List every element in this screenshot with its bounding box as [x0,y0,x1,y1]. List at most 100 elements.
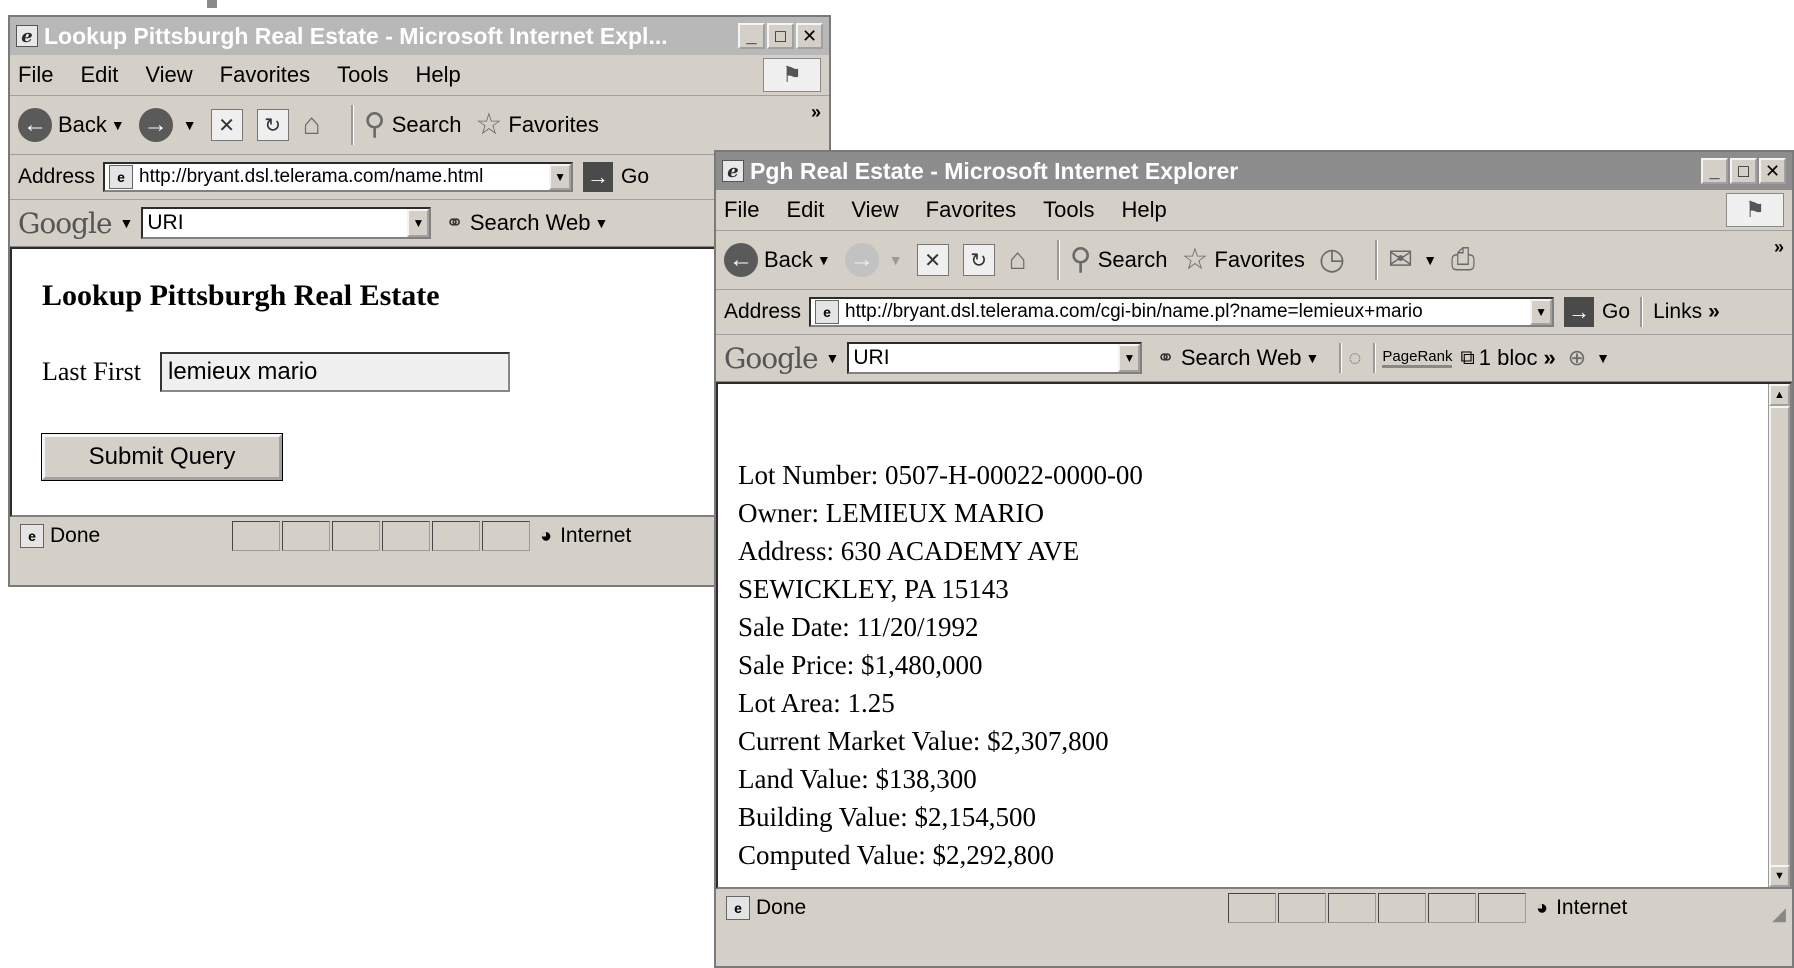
favorites-button[interactable]: ☆ Favorites [1181,245,1304,275]
print-button[interactable]: ⎙ [1451,245,1481,275]
scroll-down-button[interactable]: ▼ [1769,865,1790,887]
google-search-input[interactable]: URI ▼ [847,342,1143,374]
history-icon: ◷ [1318,243,1346,276]
stop-button[interactable]: ✕ [916,244,949,276]
menu-edit[interactable]: Edit [80,62,118,88]
toolbar-overflow-icon[interactable]: » [811,102,821,123]
go-arrow-icon: → [1564,297,1595,327]
chevron-down-icon[interactable]: ▼ [1596,350,1610,366]
minimize-button[interactable]: _ [738,23,765,49]
refresh-button[interactable]: ↻ [962,244,995,276]
toolbar-separator [1056,240,1060,280]
status-bar: e Done ◕ Internet [10,517,829,555]
google-logo[interactable]: Google [18,207,113,240]
forward-button[interactable]: → ▼ [844,243,903,277]
translate-icon[interactable]: ⊕ [1568,347,1586,369]
browser-window-results[interactable]: e Pgh Real Estate - Microsoft Internet E… [714,150,1794,968]
back-label: Back [764,247,813,272]
menu-view[interactable]: View [851,197,898,223]
maximize-button[interactable]: □ [1730,158,1757,184]
chevron-down-icon[interactable]: ▼ [120,215,134,231]
submit-query-button[interactable]: Submit Query [41,433,283,481]
google-toolbar: Google ▼ URI ▼ ⚭ Search Web ▼ [10,200,829,247]
search-web-button[interactable]: ⚭ Search Web ▼ [445,210,608,236]
address-url: http://bryant.dsl.telerama.com/name.html [139,166,484,187]
home-button[interactable]: ⌂ [303,110,327,140]
scroll-thumb[interactable] [1769,406,1790,867]
chevron-down-icon[interactable]: ▼ [1530,299,1553,325]
maximize-button[interactable]: □ [767,23,794,49]
chevron-down-icon[interactable]: ▼ [889,252,903,268]
back-button[interactable]: ← Back ▼ [18,108,125,142]
status-cell [1428,893,1476,923]
chevron-down-icon[interactable]: ▼ [594,215,608,231]
vertical-scrollbar[interactable]: ▲ ▼ [1768,384,1790,887]
lot-area: Lot Area: 1.25 [738,688,895,718]
binoculars-icon: ⚭ [1156,345,1175,370]
address-input[interactable]: e http://bryant.dsl.telerama.com/name.ht… [103,162,574,192]
ie-page-icon: e [726,896,750,920]
menu-file[interactable]: File [18,62,53,88]
title-bar[interactable]: e Pgh Real Estate - Microsoft Internet E… [716,152,1792,190]
minimize-button[interactable]: _ [1701,158,1728,184]
favorites-button[interactable]: ☆ Favorites [475,110,598,140]
title-bar[interactable]: e Lookup Pittsburgh Real Estate - Micros… [10,17,829,55]
chevron-down-icon[interactable]: ▼ [1118,344,1141,372]
favorites-label: Favorites [1214,247,1305,272]
search-web-button[interactable]: ⚭ Search Web ▼ [1156,345,1319,371]
history-button[interactable]: ◷ [1319,245,1351,275]
refresh-button[interactable]: ↻ [256,109,289,141]
popup-blocked-count[interactable]: 1 bloc [1479,345,1538,371]
resize-grip-icon[interactable]: ◢ [1772,904,1786,925]
menu-help[interactable]: Help [1122,197,1167,223]
chevron-down-icon[interactable]: ▼ [111,117,125,133]
search-button[interactable]: ⚲ Search [1070,245,1168,275]
search-button[interactable]: ⚲ Search [364,110,462,140]
menu-favorites[interactable]: Favorites [926,197,1016,223]
status-cell [1278,893,1326,923]
page-content: Lot Number: 0507-H-00022-0000-00 Owner: … [716,382,1792,889]
chevron-down-icon[interactable]: ▼ [817,252,831,268]
forward-button[interactable]: → ▼ [138,108,197,142]
menu-file[interactable]: File [724,197,759,223]
google-query: URI [853,346,890,369]
menu-view[interactable]: View [145,62,192,88]
links-button[interactable]: Links [1653,300,1702,324]
stop-button[interactable]: ✕ [210,109,243,141]
land-value: Land Value: $138,300 [738,764,977,794]
toolbar-overflow-icon[interactable]: » [1543,345,1555,371]
mail-button[interactable]: ✉ ▼ [1388,245,1437,275]
chevron-down-icon[interactable]: ▼ [1423,252,1437,268]
chevron-down-icon[interactable]: ▼ [826,350,840,366]
menu-edit[interactable]: Edit [786,197,824,223]
close-button[interactable]: ✕ [796,23,823,49]
toolbar-separator [1375,240,1379,280]
address-input[interactable]: e http://bryant.dsl.telerama.com/cgi-bin… [809,297,1555,327]
links-overflow-icon[interactable]: » [1708,300,1720,324]
home-button[interactable]: ⌂ [1009,245,1033,275]
scroll-up-button[interactable]: ▲ [1769,384,1790,406]
menu-favorites[interactable]: Favorites [220,62,310,88]
last-first-input[interactable]: lemieux mario [160,352,510,392]
go-button[interactable]: → Go [1564,297,1630,327]
back-label: Back [58,112,107,137]
google-logo[interactable]: Google [724,342,819,375]
back-button[interactable]: ← Back ▼ [724,243,831,277]
pagerank-indicator[interactable]: PageRank [1382,348,1453,368]
toolbar-overflow-icon[interactable]: » [1774,237,1784,258]
google-search-input[interactable]: URI ▼ [141,207,432,239]
go-button[interactable]: → Go [583,162,649,192]
menu-tools[interactable]: Tools [337,62,388,88]
menu-help[interactable]: Help [416,62,461,88]
chevron-down-icon[interactable]: ▼ [183,117,197,133]
google-news-icon[interactable]: ◌ [1348,347,1361,369]
chevron-down-icon[interactable]: ▼ [407,209,430,237]
status-zone: Internet [560,524,632,547]
chevron-down-icon[interactable]: ▼ [1305,350,1319,366]
close-button[interactable]: ✕ [1759,158,1786,184]
status-cell [1328,893,1376,923]
toolbar-separator [1373,343,1377,373]
browser-window-lookup[interactable]: e Lookup Pittsburgh Real Estate - Micros… [8,15,831,587]
menu-tools[interactable]: Tools [1043,197,1094,223]
chevron-down-icon[interactable]: ▼ [549,164,572,190]
